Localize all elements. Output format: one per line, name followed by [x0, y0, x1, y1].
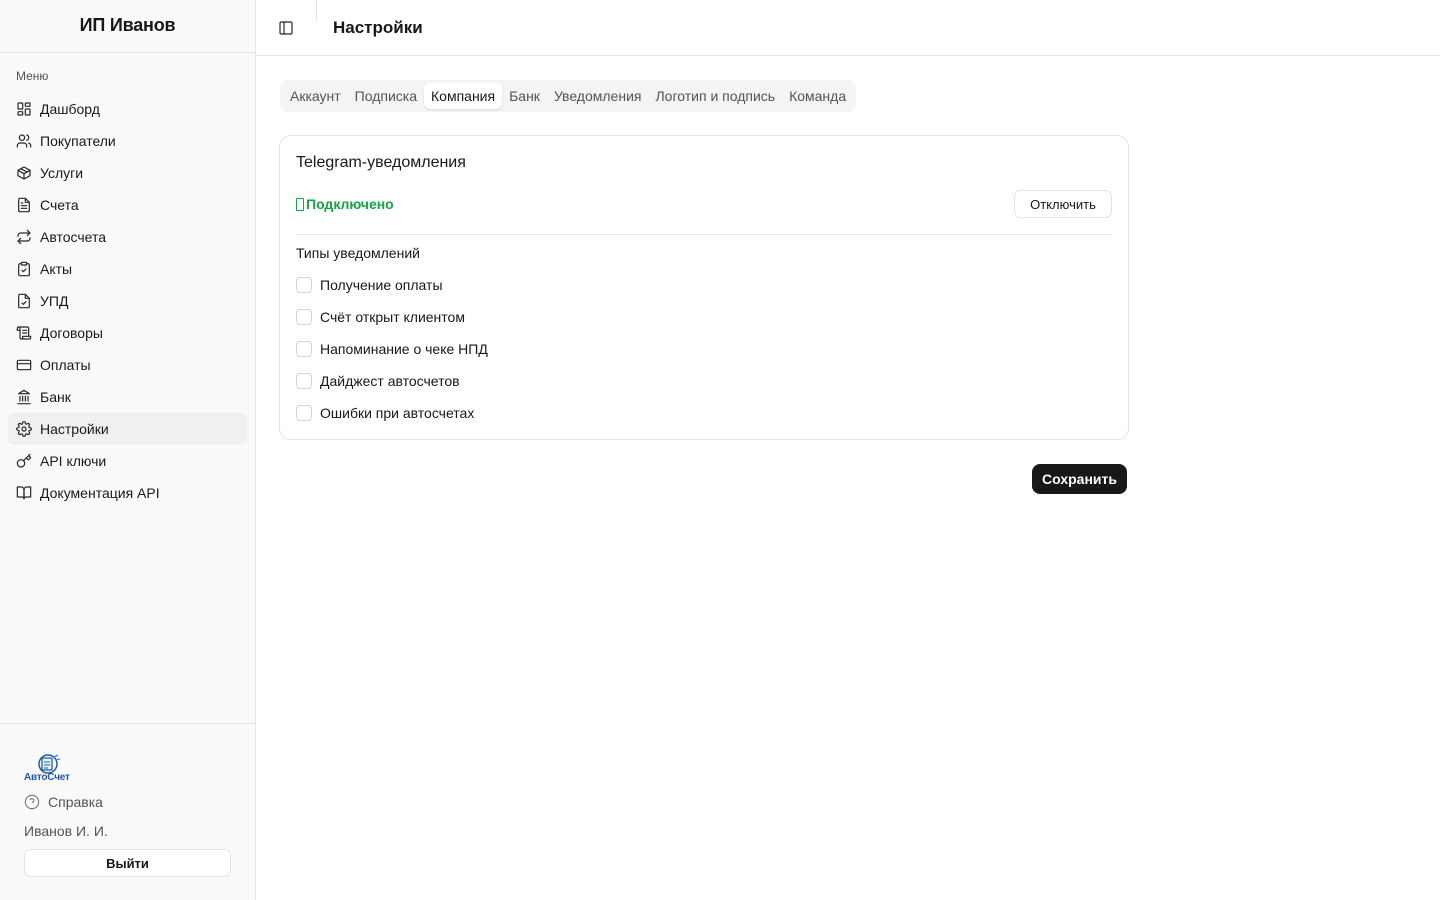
settings-tabs: Аккаунт Подписка Компания Банк Уведомлен…	[280, 80, 857, 112]
sidebar-item-label: Договоры	[40, 325, 103, 341]
sidebar-item-acts[interactable]: Акты	[8, 253, 247, 285]
sidebar-item-payments[interactable]: Оплаты	[8, 349, 247, 381]
book-icon	[16, 485, 32, 501]
sidebar-item-api-docs[interactable]: Документация API	[8, 477, 247, 509]
menu-label: Меню	[16, 69, 49, 83]
page-title: Настройки	[333, 18, 423, 37]
telegram-notifications-card: Telegram-уведомления Подключено Отключит…	[279, 135, 1129, 440]
sidebar-item-label: Услуги	[40, 165, 84, 181]
sidebar-nav: Дашборд Покупатели Услуги Счета Автосчет…	[8, 93, 247, 509]
option-payment-received[interactable]: Получение оплаты	[296, 269, 488, 301]
sidebar-item-label: Акты	[40, 261, 73, 277]
tab-bank[interactable]: Банк	[502, 83, 547, 109]
status-label: Подключено	[306, 196, 394, 212]
notification-options: Получение оплаты Счёт открыт клиентом На…	[296, 277, 488, 429]
checkbox[interactable]	[296, 341, 312, 357]
option-label: Получение оплаты	[320, 277, 443, 293]
option-label: Ошибки при автосчетах	[320, 405, 475, 421]
repeat-icon	[16, 229, 32, 245]
sidebar-item-invoices[interactable]: Счета	[8, 189, 247, 221]
dashboard-icon	[16, 101, 32, 117]
sidebar-item-contracts[interactable]: Договоры	[8, 317, 247, 349]
file-check-icon	[16, 293, 32, 309]
sidebar-item-label: Настройки	[40, 421, 109, 437]
header-divider	[316, 0, 317, 22]
card-title: Telegram-уведомления	[296, 154, 466, 171]
tab-logo-signature[interactable]: Логотип и подпись	[648, 83, 782, 109]
sidebar-item-label: Документация API	[40, 485, 160, 501]
checkbox[interactable]	[296, 405, 312, 421]
gear-icon	[16, 421, 32, 437]
divider	[296, 234, 1112, 235]
sidebar-item-label: API ключи	[40, 453, 107, 469]
landmark-icon	[16, 389, 32, 405]
option-label: Счёт открыт клиентом	[320, 309, 465, 325]
credit-card-icon	[16, 357, 32, 373]
sidebar-item-auto-invoices[interactable]: Автосчета	[8, 221, 247, 253]
option-auto-invoice-digest[interactable]: Дайджест автосчетов	[296, 365, 488, 397]
logout-button[interactable]: Выйти	[24, 849, 231, 877]
checkbox[interactable]	[296, 373, 312, 389]
tab-notifications[interactable]: Уведомления	[547, 83, 649, 109]
option-label: Напоминание о чеке НПД	[320, 341, 488, 357]
help-link[interactable]: Справка	[24, 794, 103, 810]
user-name: Иванов И. И.	[24, 823, 108, 839]
option-invoice-opened[interactable]: Счёт открыт клиентом	[296, 301, 488, 333]
checkbox[interactable]	[296, 309, 312, 325]
save-button[interactable]: Сохранить	[1032, 464, 1127, 494]
sidebar-item-label: Покупатели	[40, 133, 116, 149]
tab-team[interactable]: Команда	[782, 83, 853, 109]
package-icon	[16, 165, 32, 181]
users-icon	[16, 133, 32, 149]
sidebar-item-bank[interactable]: Банк	[8, 381, 247, 413]
sidebar-item-label: Дашборд	[40, 101, 100, 117]
logo-text: АвтоСчет	[24, 772, 70, 783]
company-name: ИП Иванов	[0, 0, 255, 53]
disconnect-button[interactable]: Отключить	[1014, 190, 1112, 218]
help-circle-icon	[24, 794, 40, 810]
sidebar-toggle-button[interactable]	[276, 18, 296, 38]
sidebar-item-label: УПД	[40, 293, 69, 309]
panel-left-icon	[279, 21, 293, 35]
sidebar: ИП Иванов Меню Дашборд Покупатели Услуги…	[0, 0, 256, 900]
tab-account[interactable]: Аккаунт	[283, 83, 348, 109]
scroll-icon	[16, 325, 32, 341]
clipboard-check-icon	[16, 261, 32, 277]
sidebar-item-label: Оплаты	[40, 357, 91, 373]
sidebar-item-label: Банк	[40, 389, 71, 405]
sidebar-item-settings[interactable]: Настройки	[8, 413, 247, 445]
sidebar-item-api-keys[interactable]: API ключи	[8, 445, 247, 477]
option-auto-invoice-errors[interactable]: Ошибки при автосчетах	[296, 397, 488, 429]
sidebar-item-label: Счета	[40, 197, 79, 213]
help-label: Справка	[48, 794, 103, 810]
checkbox[interactable]	[296, 277, 312, 293]
sidebar-item-label: Автосчета	[40, 229, 107, 245]
status-icon	[296, 197, 304, 211]
tab-company[interactable]: Компания	[424, 83, 503, 109]
sidebar-item-services[interactable]: Услуги	[8, 157, 247, 189]
option-label: Дайджест автосчетов	[320, 373, 460, 389]
notification-types-title: Типы уведомлений	[296, 245, 420, 261]
sidebar-footer: АвтоСчет Справка Иванов И. И. Выйти	[0, 723, 255, 900]
file-text-icon	[16, 197, 32, 213]
sidebar-item-upd[interactable]: УПД	[8, 285, 247, 317]
top-header: Настройки	[256, 0, 1440, 56]
tab-subscription[interactable]: Подписка	[348, 83, 424, 109]
option-npd-reminder[interactable]: Напоминание о чеке НПД	[296, 333, 488, 365]
key-icon	[16, 453, 32, 469]
sidebar-item-customers[interactable]: Покупатели	[8, 125, 247, 157]
sidebar-item-dashboard[interactable]: Дашборд	[8, 93, 247, 125]
connection-status: Подключено	[296, 196, 394, 212]
